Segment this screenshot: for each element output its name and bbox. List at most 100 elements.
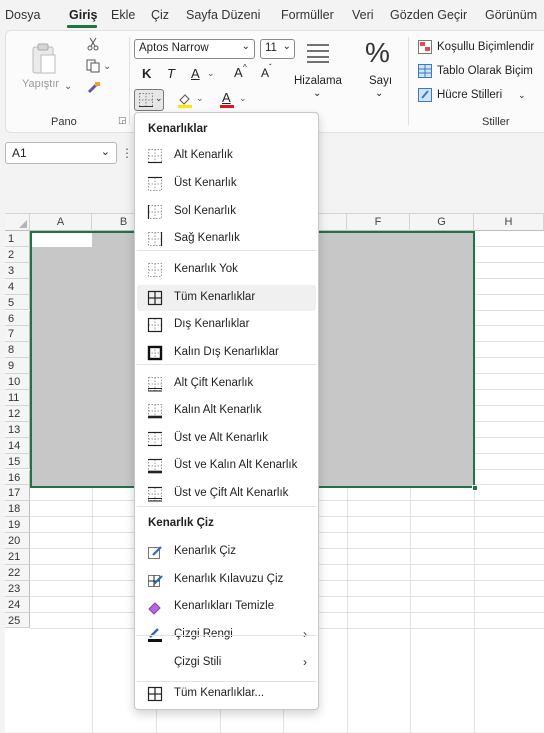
- grow-font-button[interactable]: A: [234, 65, 243, 80]
- row-header[interactable]: 21: [5, 549, 30, 565]
- menu-item[interactable]: Çizgi Stili ›: [137, 650, 316, 676]
- alignment-button[interactable]: Hizalama: [294, 75, 342, 87]
- alignment-icon[interactable]: [305, 43, 331, 63]
- format-as-table-button[interactable]: Tablo Olarak Biçim: [437, 65, 533, 77]
- font-name-combo[interactable]: Aptos Narrow ⌄: [134, 39, 255, 59]
- name-box[interactable]: A1 ⌄: [5, 142, 117, 164]
- column-header[interactable]: G: [410, 214, 474, 231]
- menu-item-label: Üst ve Kalın Alt Kenarlık: [174, 459, 298, 471]
- copy-chevron-icon[interactable]: ⌄: [103, 61, 111, 72]
- paste-icon[interactable]: [30, 43, 58, 77]
- fill-handle[interactable]: [472, 485, 478, 491]
- row-header[interactable]: 9: [5, 358, 30, 375]
- italic-button[interactable]: T: [167, 66, 175, 81]
- chevron-down-icon[interactable]: ⌄: [196, 93, 204, 104]
- menu-item[interactable]: Üst Kenarlık: [137, 171, 316, 197]
- bold-button[interactable]: K: [142, 66, 151, 81]
- menu-item[interactable]: Dış Kenarlıklar: [137, 312, 316, 338]
- menu-item-label: Tüm Kenarlıklar: [174, 291, 256, 303]
- menu-item[interactable]: Sağ Kenarlık: [137, 226, 316, 252]
- more-options-icon[interactable]: ⋮: [121, 146, 133, 160]
- menu-item[interactable]: Kenarlık Kılavuzu Çiz: [137, 567, 316, 593]
- row-header[interactable]: 11: [5, 390, 30, 406]
- ribbon-separator: [129, 37, 130, 125]
- format-painter-icon[interactable]: [86, 81, 102, 95]
- chevron-down-icon[interactable]: ⌄: [375, 88, 383, 99]
- menu-item[interactable]: Tüm Kenarlıklar...: [137, 681, 316, 707]
- font-size-combo[interactable]: 11 ⌄: [260, 39, 295, 59]
- row-header[interactable]: 3: [5, 262, 30, 279]
- chevron-down-icon[interactable]: ⌄: [518, 90, 526, 101]
- menu-item[interactable]: Üst ve Çift Alt Kenarlık: [137, 481, 316, 507]
- tab-formulas[interactable]: Formüller: [281, 8, 334, 22]
- row-header[interactable]: 2: [5, 246, 30, 263]
- chevron-down-icon[interactable]: ⌄: [207, 68, 215, 79]
- row-header[interactable]: 13: [5, 421, 30, 438]
- number-button[interactable]: Sayı: [369, 75, 392, 87]
- font-color-icon[interactable]: A: [219, 90, 235, 109]
- row-header[interactable]: 24: [5, 596, 30, 613]
- row-header[interactable]: 18: [5, 501, 30, 518]
- column-header[interactable]: A: [30, 214, 92, 231]
- tab-data[interactable]: Veri: [352, 8, 374, 22]
- chevron-down-icon[interactable]: ⌄: [313, 88, 321, 99]
- cell-styles-icon[interactable]: [418, 88, 432, 102]
- row-header[interactable]: 12: [5, 405, 30, 422]
- menu-item[interactable]: Kalın Alt Kenarlık: [137, 398, 316, 424]
- row-header[interactable]: 7: [5, 326, 30, 343]
- menu-item[interactable]: Alt Çift Kenarlık: [137, 371, 316, 397]
- paste-chevron-icon[interactable]: ⌄: [64, 81, 72, 92]
- fill-color-icon[interactable]: [177, 92, 193, 108]
- active-cell[interactable]: [32, 233, 92, 247]
- column-header[interactable]: H: [474, 214, 544, 231]
- cell-styles-button[interactable]: Hücre Stilleri: [437, 89, 502, 101]
- menu-item[interactable]: Kenarlık Çiz: [137, 539, 316, 565]
- menu-item[interactable]: Üst ve Alt Kenarlık: [137, 426, 316, 452]
- row-header[interactable]: 4: [5, 278, 30, 295]
- chevron-right-icon: ›: [303, 655, 307, 669]
- menu-item[interactable]: Üst ve Kalın Alt Kenarlık: [137, 453, 316, 479]
- borders-button[interactable]: ⌄: [134, 89, 164, 111]
- tab-file[interactable]: Dosya: [5, 8, 40, 22]
- row-header[interactable]: 25: [5, 612, 30, 629]
- column-header[interactable]: F: [347, 214, 410, 231]
- row-header[interactable]: 17: [5, 485, 30, 502]
- row-header[interactable]: 6: [5, 310, 30, 327]
- menu-item[interactable]: Kalın Dış Kenarlıklar: [137, 340, 316, 366]
- row-header[interactable]: 14: [5, 437, 30, 454]
- copy-icon[interactable]: [86, 59, 102, 73]
- cut-icon[interactable]: [86, 37, 100, 51]
- row-header[interactable]: 15: [5, 453, 30, 470]
- bottom-double-border-icon: [147, 376, 163, 392]
- tab-review[interactable]: Gözden Geçir: [390, 8, 467, 22]
- chevron-down-icon[interactable]: ⌄: [239, 93, 247, 104]
- menu-item[interactable]: Kenarlıkları Temizle: [137, 594, 316, 620]
- clipboard-launcher-icon[interactable]: ◲: [118, 115, 127, 126]
- row-header[interactable]: 22: [5, 564, 30, 581]
- underline-button[interactable]: A: [191, 66, 200, 81]
- row-header[interactable]: 1: [5, 231, 30, 247]
- menu-item[interactable]: Kenarlık Yok: [137, 257, 316, 283]
- tab-insert[interactable]: Ekle: [111, 8, 135, 22]
- row-header[interactable]: 20: [5, 533, 30, 549]
- tab-view[interactable]: Görünüm: [485, 8, 537, 22]
- tab-home[interactable]: Giriş: [69, 8, 98, 22]
- tab-draw[interactable]: Çiz: [151, 8, 169, 22]
- shrink-font-button[interactable]: A: [261, 66, 269, 80]
- row-header[interactable]: 23: [5, 580, 30, 597]
- select-all-corner[interactable]: [5, 214, 30, 231]
- format-as-table-icon[interactable]: [418, 64, 432, 78]
- menu-item[interactable]: Alt Kenarlık: [137, 143, 316, 169]
- conditional-formatting-icon[interactable]: [418, 40, 432, 54]
- row-header[interactable]: 16: [5, 469, 30, 486]
- paste-button[interactable]: Yapıştır: [22, 78, 59, 90]
- menu-item[interactable]: Sol Kenarlık: [137, 199, 316, 225]
- row-header[interactable]: 19: [5, 517, 30, 534]
- row-header[interactable]: 10: [5, 374, 30, 390]
- row-header[interactable]: 8: [5, 342, 30, 359]
- tab-page-layout[interactable]: Sayfa Düzeni: [186, 8, 260, 22]
- conditional-formatting-button[interactable]: Koşullu Biçimlendir: [437, 41, 534, 53]
- percent-icon[interactable]: %: [365, 37, 390, 69]
- row-header[interactable]: 5: [5, 294, 30, 311]
- menu-item[interactable]: Tüm Kenarlıklar: [137, 285, 316, 311]
